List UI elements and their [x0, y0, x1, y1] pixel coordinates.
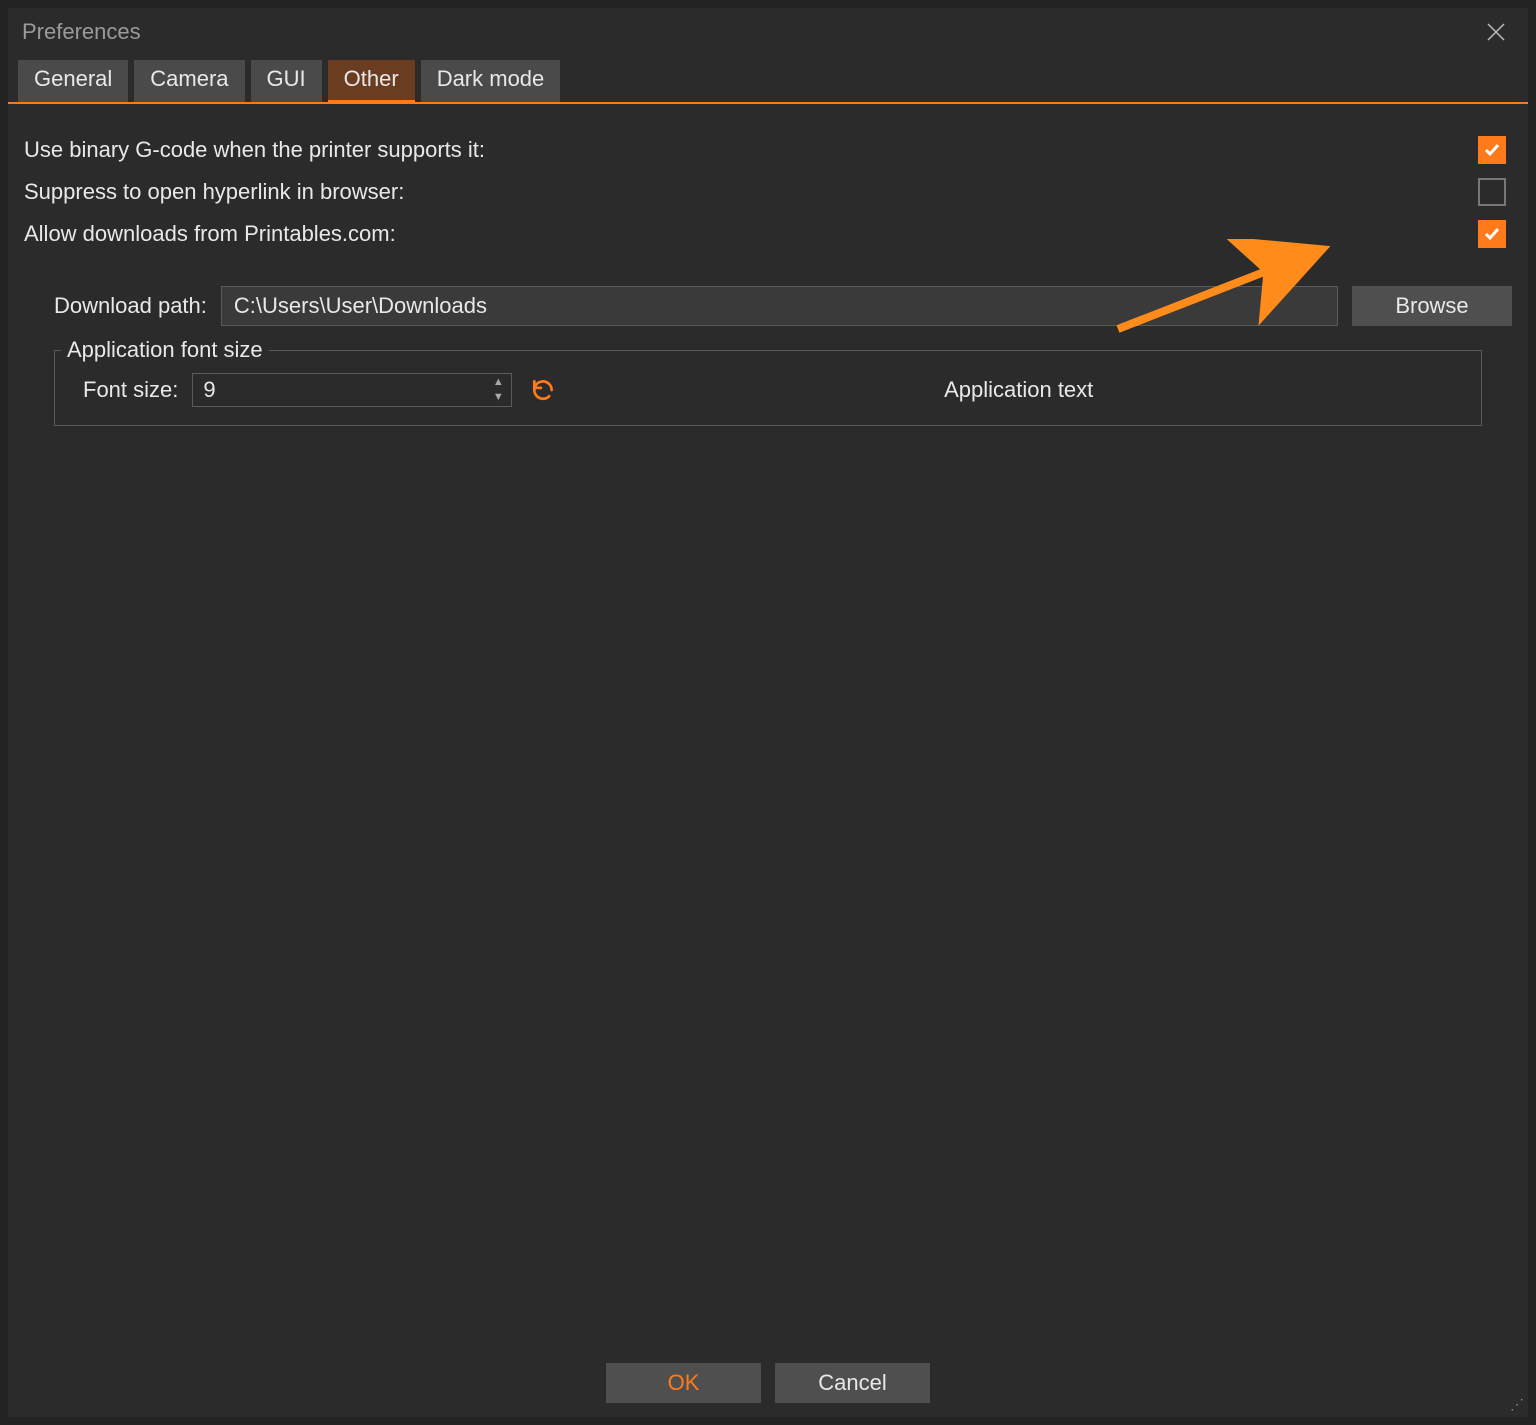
- checkbox-suppress-hyperlink[interactable]: [1478, 178, 1506, 206]
- tab-camera[interactable]: Camera: [134, 60, 244, 102]
- option-allow-downloads-label: Allow downloads from Printables.com:: [24, 221, 396, 247]
- checkbox-binary-gcode[interactable]: [1478, 136, 1506, 164]
- reset-icon[interactable]: [526, 373, 560, 407]
- download-path-label: Download path:: [54, 293, 207, 319]
- tab-other[interactable]: Other: [328, 60, 415, 104]
- checkbox-allow-downloads[interactable]: [1478, 220, 1506, 248]
- font-size-spinbox[interactable]: ▲ ▼: [192, 373, 512, 407]
- option-allow-downloads: Allow downloads from Printables.com:: [24, 220, 1512, 248]
- preferences-window: Preferences General Camera GUI Other Dar…: [8, 8, 1528, 1417]
- tab-dark-mode[interactable]: Dark mode: [421, 60, 561, 102]
- font-size-legend: Application font size: [61, 337, 269, 363]
- titlebar: Preferences: [8, 8, 1528, 56]
- window-title: Preferences: [22, 19, 141, 45]
- footer: OK Cancel: [8, 1357, 1528, 1417]
- spin-up-icon[interactable]: ▲: [486, 375, 510, 390]
- font-sample-text: Application text: [574, 377, 1463, 403]
- font-size-label: Font size:: [73, 377, 178, 403]
- option-binary-gcode-label: Use binary G-code when the printer suppo…: [24, 137, 485, 163]
- font-size-group: Application font size Font size: ▲ ▼ App…: [54, 350, 1482, 426]
- spin-down-icon[interactable]: ▼: [486, 390, 510, 405]
- option-suppress-hyperlink-label: Suppress to open hyperlink in browser:: [24, 179, 404, 205]
- font-size-input[interactable]: [192, 373, 512, 407]
- download-path-row: Download path: Browse: [24, 286, 1512, 326]
- browse-button[interactable]: Browse: [1352, 286, 1512, 326]
- close-icon[interactable]: [1478, 14, 1514, 50]
- tab-general[interactable]: General: [18, 60, 128, 102]
- tab-bar: General Camera GUI Other Dark mode: [8, 56, 1528, 104]
- tab-gui[interactable]: GUI: [251, 60, 322, 102]
- download-path-input[interactable]: [221, 286, 1338, 326]
- ok-button[interactable]: OK: [606, 1363, 761, 1403]
- option-binary-gcode: Use binary G-code when the printer suppo…: [24, 136, 1512, 164]
- content-panel: Use binary G-code when the printer suppo…: [8, 104, 1528, 1357]
- cancel-button[interactable]: Cancel: [775, 1363, 930, 1403]
- option-suppress-hyperlink: Suppress to open hyperlink in browser:: [24, 178, 1512, 206]
